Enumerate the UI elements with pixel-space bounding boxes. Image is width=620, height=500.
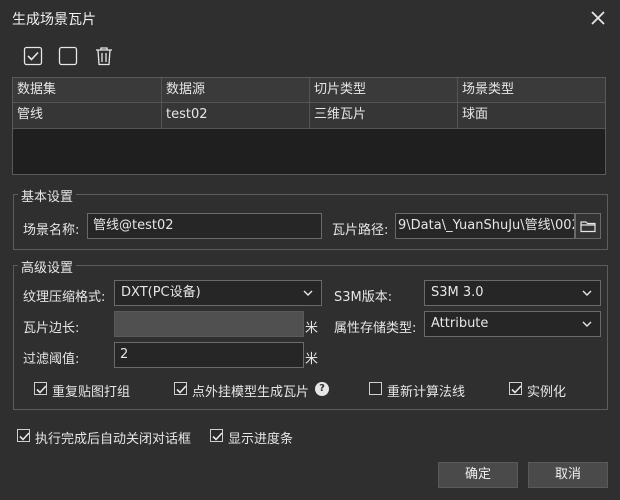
auto-close-checkbox[interactable] bbox=[17, 429, 30, 442]
option-checkbox[interactable] bbox=[174, 382, 187, 395]
texture-format-value: DXT(PC设备) bbox=[121, 285, 201, 300]
option-checkbox[interactable] bbox=[369, 382, 382, 395]
table-header: 数据集 数据源 切片类型 场景类型 bbox=[13, 78, 605, 103]
uncheck-all-icon[interactable] bbox=[57, 45, 79, 67]
option-label[interactable]: 点外挂模型生成瓦片 bbox=[192, 381, 309, 400]
filter-threshold-unit: 米 bbox=[305, 352, 319, 367]
ok-button[interactable]: 确定 bbox=[438, 462, 518, 488]
s3m-version-value: S3M 3.0 bbox=[431, 285, 484, 300]
scene-name-label: 场景名称: bbox=[23, 223, 80, 238]
option-label[interactable]: 重新计算法线 bbox=[387, 381, 465, 400]
option-checkbox[interactable] bbox=[509, 382, 522, 395]
column-header[interactable]: 数据源 bbox=[162, 78, 310, 102]
title-bar: 生成场景瓦片 bbox=[0, 0, 620, 36]
folder-browse-icon[interactable] bbox=[575, 213, 601, 239]
texture-format-select[interactable]: DXT(PC设备) bbox=[114, 280, 322, 306]
option-label[interactable]: 重复贴图打组 bbox=[52, 381, 130, 400]
tile-path-field[interactable]: 9\Data\_YuanShuJu\管线\002 bbox=[395, 213, 575, 239]
attribute-storage-value: Attribute bbox=[431, 316, 489, 331]
scene-name-field[interactable]: 管线@test02 bbox=[87, 213, 322, 239]
table-cell[interactable]: 管线 bbox=[13, 103, 162, 128]
option-label[interactable]: 实例化 bbox=[527, 381, 566, 400]
cancel-button[interactable]: 取消 bbox=[528, 462, 608, 488]
tile-edge-unit: 米 bbox=[305, 321, 319, 336]
dataset-table[interactable]: 数据集 数据源 切片类型 场景类型 管线 test02 三维瓦片 球面 bbox=[12, 77, 606, 175]
table-row[interactable]: 管线 test02 三维瓦片 球面 bbox=[13, 103, 605, 129]
tile-path-label: 瓦片路径: bbox=[332, 223, 389, 238]
column-header[interactable]: 数据集 bbox=[13, 78, 162, 102]
texture-format-label: 纹理压缩格式: bbox=[23, 290, 106, 305]
tile-edge-field[interactable] bbox=[114, 311, 304, 337]
show-progress-label[interactable]: 显示进度条 bbox=[228, 428, 293, 447]
check-all-icon[interactable] bbox=[22, 45, 44, 67]
chevron-down-icon bbox=[303, 290, 313, 296]
column-header[interactable]: 场景类型 bbox=[458, 78, 605, 102]
filter-threshold-field[interactable]: 2 bbox=[114, 342, 304, 368]
table-cell[interactable]: 三维瓦片 bbox=[310, 103, 458, 128]
s3m-version-select[interactable]: S3M 3.0 bbox=[424, 280, 601, 306]
filter-threshold-label: 过滤阈值: bbox=[23, 352, 80, 367]
option-checkbox[interactable] bbox=[34, 382, 47, 395]
advanced-settings-title: 高级设置 bbox=[18, 257, 77, 276]
s3m-version-label: S3M版本: bbox=[334, 290, 393, 305]
attribute-storage-label: 属性存储类型: bbox=[334, 321, 417, 336]
basic-settings-title: 基本设置 bbox=[18, 186, 77, 205]
close-icon[interactable] bbox=[586, 6, 610, 30]
auto-close-label[interactable]: 执行完成后自动关闭对话框 bbox=[35, 428, 191, 447]
dialog-title: 生成场景瓦片 bbox=[12, 12, 96, 28]
attribute-storage-select[interactable]: Attribute bbox=[424, 311, 601, 337]
show-progress-checkbox[interactable] bbox=[210, 429, 223, 442]
table-cell[interactable]: 球面 bbox=[458, 103, 605, 128]
help-icon[interactable]: ? bbox=[315, 382, 329, 396]
delete-icon[interactable] bbox=[93, 45, 115, 67]
tile-edge-label: 瓦片边长: bbox=[23, 321, 80, 336]
column-header[interactable]: 切片类型 bbox=[310, 78, 458, 102]
table-cell[interactable]: test02 bbox=[162, 103, 310, 128]
chevron-down-icon bbox=[582, 290, 592, 296]
chevron-down-icon bbox=[582, 321, 592, 327]
